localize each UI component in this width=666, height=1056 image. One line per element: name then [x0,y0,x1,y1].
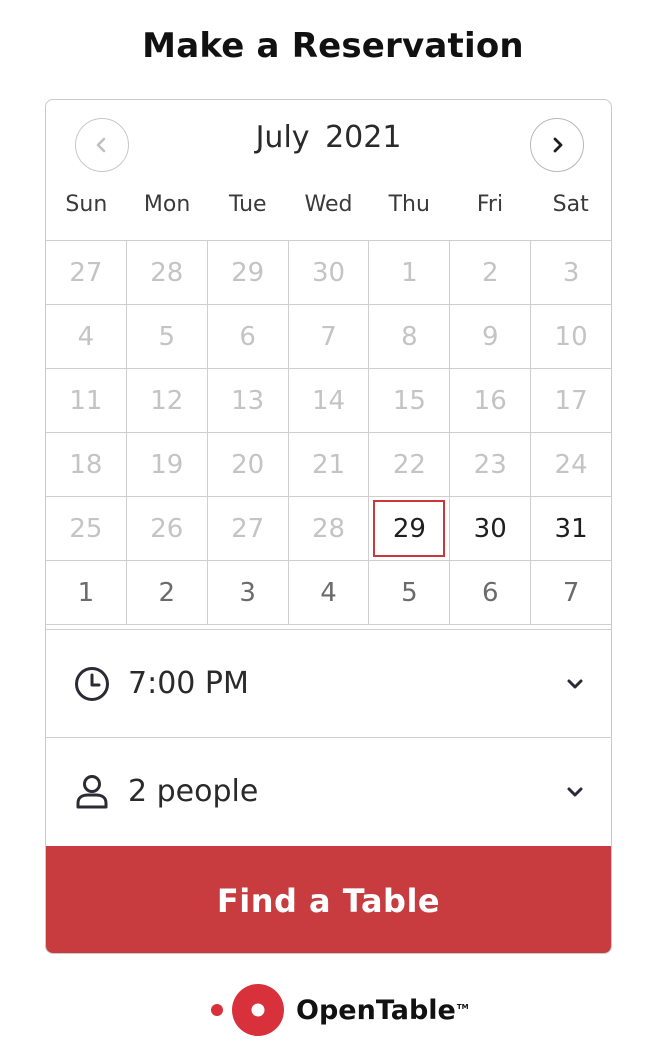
page-title: Make a Reservation [142,26,524,66]
weekday-label: Tue [229,192,267,217]
calendar-day: 6 [208,305,289,368]
calendar-grid: 27 28 29 30 1 2 3 4 5 6 7 8 9 10 11 12 13 14 15 16 17 18 19 20 2… [46,240,611,625]
weekday-label: Thu [388,192,430,217]
calendar-day[interactable]: 1 [46,561,127,624]
weekday-header-row: Sun Mon Tue Wed Thu Fri Sat [46,192,611,232]
time-value: 7:00 PM [128,666,249,701]
calendar-day-selected[interactable]: 29 [369,497,451,560]
calendar-week-row: 11 12 13 14 15 16 17 [46,369,611,433]
opentable-logo-icon [211,984,284,1036]
calendar-week-row: 27 28 29 30 1 2 3 [46,241,611,305]
next-month-button[interactable] [530,118,584,172]
calendar-day: 15 [369,369,451,432]
calendar-day: 1 [369,241,451,304]
calendar-day[interactable]: 30 [450,497,532,560]
calendar-day: 16 [450,369,532,432]
weekday-label: Fri [476,192,504,217]
weekday-label: Mon [143,192,191,217]
calendar-day: 26 [127,497,208,560]
calendar-day: 12 [127,369,208,432]
calendar-header: July 2021 [46,100,611,182]
time-dropdown[interactable]: 7:00 PM [46,629,611,737]
weekday-label: Sun [65,192,108,217]
calendar-day: 7 [289,305,370,368]
calendar-day: 27 [46,241,127,304]
calendar-day: 19 [127,433,208,496]
weekday-label: Wed [304,192,353,217]
calendar-day[interactable]: 6 [450,561,532,624]
clock-icon [75,666,109,701]
calendar-day: 21 [289,433,370,496]
calendar-day: 27 [208,497,289,560]
calendar-day: 8 [369,305,451,368]
reservation-widget: July 2021 Sun Mon Tue Wed Thu Fri Sat 27… [45,99,612,954]
find-a-table-button[interactable]: Find a Table [46,846,611,953]
weekday-label: Sat [552,192,589,217]
calendar-day[interactable]: 3 [208,561,289,624]
calendar-day: 9 [450,305,532,368]
calendar-day[interactable]: 7 [531,561,611,624]
calendar-day: 20 [208,433,289,496]
calendar-day: 23 [450,433,532,496]
party-size-value: 2 people [128,774,259,809]
calendar-day: 2 [450,241,532,304]
calendar-week-row: 25 26 27 28 29 30 31 [46,497,611,561]
calendar-day[interactable]: 5 [369,561,451,624]
calendar-day[interactable]: 31 [531,497,611,560]
chevron-down-icon [567,679,583,688]
calendar-day: 10 [554,321,588,352]
calendar-day: 13 [208,369,289,432]
calendar-day: 5 [127,305,208,368]
calendar-week-row: 1234567 [46,561,611,625]
calendar-day: 28 [127,241,208,304]
calendar-day: 24 [554,449,588,480]
calendar-day[interactable]: 2 [127,561,208,624]
trademark-mark: TM [456,1002,469,1011]
calendar-day: 3 [562,257,580,288]
calendar-day: 18 [46,433,127,496]
chevron-down-icon [567,787,583,796]
calendar-day: 22 [369,433,451,496]
calendar-day: 28 [289,497,370,560]
calendar-week-row: 18 19 20 21 22 23 24 [46,433,611,497]
calendar-day: 4 [46,305,127,368]
calendar-week-row: 4 5 6 7 8 9 10 [46,305,611,369]
opentable-branding: OpenTableTM [208,982,469,1038]
calendar-day: 30 [289,241,370,304]
calendar-day: 14 [289,369,370,432]
month-year-label: July 2021 [255,120,402,155]
calendar-day: 25 [46,497,127,560]
brand-name: OpenTableTM [296,994,469,1026]
chevron-right-icon [553,137,563,153]
party-size-dropdown[interactable]: 2 people [46,737,611,845]
calendar-day: 29 [208,241,289,304]
calendar-day[interactable]: 4 [289,561,370,624]
calendar-day: 11 [46,369,127,432]
calendar-day: 17 [554,385,588,416]
person-icon [76,774,108,808]
